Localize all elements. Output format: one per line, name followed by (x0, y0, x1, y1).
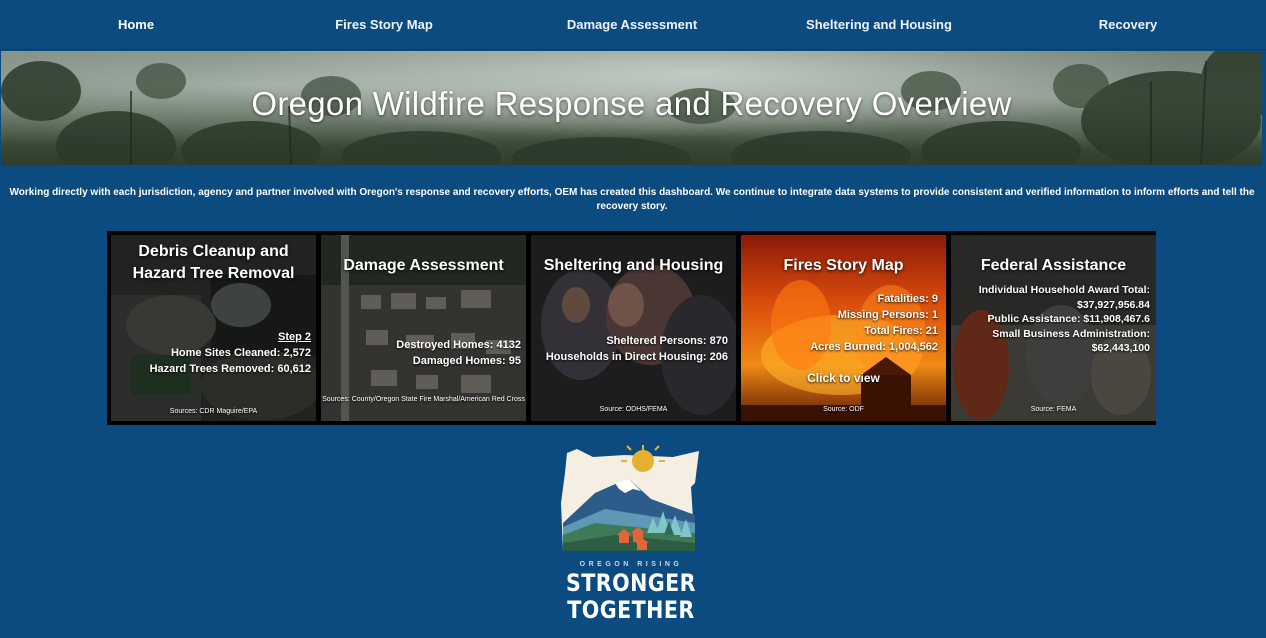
logo-tagline: OREGON RISING (579, 561, 683, 568)
card-sheltering-title: Sheltering and Housing (543, 257, 724, 274)
nav-item-recovery[interactable]: Recovery (990, 17, 1266, 32)
individual-household-value: $37,927,956.84 (1077, 298, 1150, 311)
logo-word-stronger: STRONGER (565, 569, 697, 597)
card-sheltering-source: Source: ODHS/FEMA (599, 406, 668, 413)
fatalities: Fatalities: 9 (877, 293, 938, 305)
card-federal-assistance[interactable]: Federal Assistance Individual Household … (951, 235, 1156, 421)
top-nav: Home Fires Story Map Damage Assessment S… (0, 0, 1266, 50)
hazard-trees-removed: Hazard Trees Removed: 60,612 (149, 363, 311, 375)
hero-banner: Oregon Wildfire Response and Recovery Ov… (1, 51, 1262, 165)
sheltered-persons: Sheltered Persons: 870 (606, 335, 728, 347)
sba-value: $62,443,100 (1091, 342, 1150, 354)
card-debris-source: Sources: CDR Maguire/EPA (169, 408, 258, 415)
oregon-rising-logo: OREGON RISING STRONGER TOGETHER (555, 443, 707, 628)
card-fires-story-map[interactable]: Fires Story Map Fatalities: 9 Missing Pe… (741, 235, 946, 421)
card-debris-cleanup[interactable]: Debris Cleanup and Hazard Tree Removal S… (111, 235, 316, 421)
page-title: Oregon Wildfire Response and Recovery Ov… (251, 85, 1012, 122)
sba-label: Small Business Administration: (992, 327, 1150, 340)
public-assistance: Public Assistance: $11,908,467.6 (987, 313, 1150, 325)
nav-item-damage-assessment[interactable]: Damage Assessment (496, 17, 768, 32)
home-sites-cleaned: Home Sites Cleaned: 2,572 (170, 347, 311, 359)
total-fires: Total Fires: 21 (864, 325, 938, 337)
oregon-state-icon (561, 445, 699, 551)
card-debris-title: Debris Cleanup and Hazard Tree Removal (132, 243, 295, 282)
card-sheltering-housing[interactable]: Sheltering and Housing Sheltered Persons… (531, 235, 736, 421)
card-damage-source: Sources: County/Oregon State Fire Marsha… (322, 396, 525, 403)
card-fires-source: Source: ODF (823, 406, 864, 413)
card-damage-stats: Destroyed Homes: 4132 Damaged Homes: 95 (396, 337, 521, 369)
individual-household-label: Individual Household Award Total: (978, 284, 1150, 296)
acres-burned: Acres Burned: 1,004,562 (810, 341, 938, 353)
card-sheltering-stats: Sheltered Persons: 870 Households in Dir… (546, 333, 728, 365)
card-debris-stats: Step 2 Home Sites Cleaned: 2,572 Hazard … (150, 329, 311, 377)
logo-word-together: TOGETHER (567, 596, 695, 624)
step-link[interactable]: Step 2 (150, 329, 311, 345)
click-to-view-link[interactable]: Click to view (741, 371, 946, 385)
destroyed-homes: Destroyed Homes: 4132 (396, 339, 521, 351)
nav-item-home[interactable]: Home (0, 17, 272, 32)
households-direct-housing: Households in Direct Housing: 206 (545, 351, 728, 363)
card-damage-assessment[interactable]: Damage Assessment Destroyed Homes: 4132 … (321, 235, 526, 421)
missing-persons: Missing Persons: 1 (837, 309, 938, 321)
card-fires-title: Fires Story Map (783, 257, 904, 274)
card-federal-title: Federal Assistance (980, 257, 1127, 274)
intro-text: Working directly with each jurisdiction,… (9, 187, 1255, 212)
nav-item-sheltering-and-housing[interactable]: Sheltering and Housing (768, 17, 990, 32)
card-damage-title: Damage Assessment (343, 257, 504, 274)
card-fires-stats: Fatalities: 9 Missing Persons: 1 Total F… (810, 291, 938, 355)
damaged-homes: Damaged Homes: 95 (412, 355, 521, 367)
card-federal-source: Source: FEMA (1030, 406, 1077, 413)
nav-item-fires-story-map[interactable]: Fires Story Map (272, 17, 496, 32)
card-federal-stats: Individual Household Award Total: $37,92… (979, 283, 1150, 356)
summary-cards: Debris Cleanup and Hazard Tree Removal S… (107, 231, 1156, 425)
